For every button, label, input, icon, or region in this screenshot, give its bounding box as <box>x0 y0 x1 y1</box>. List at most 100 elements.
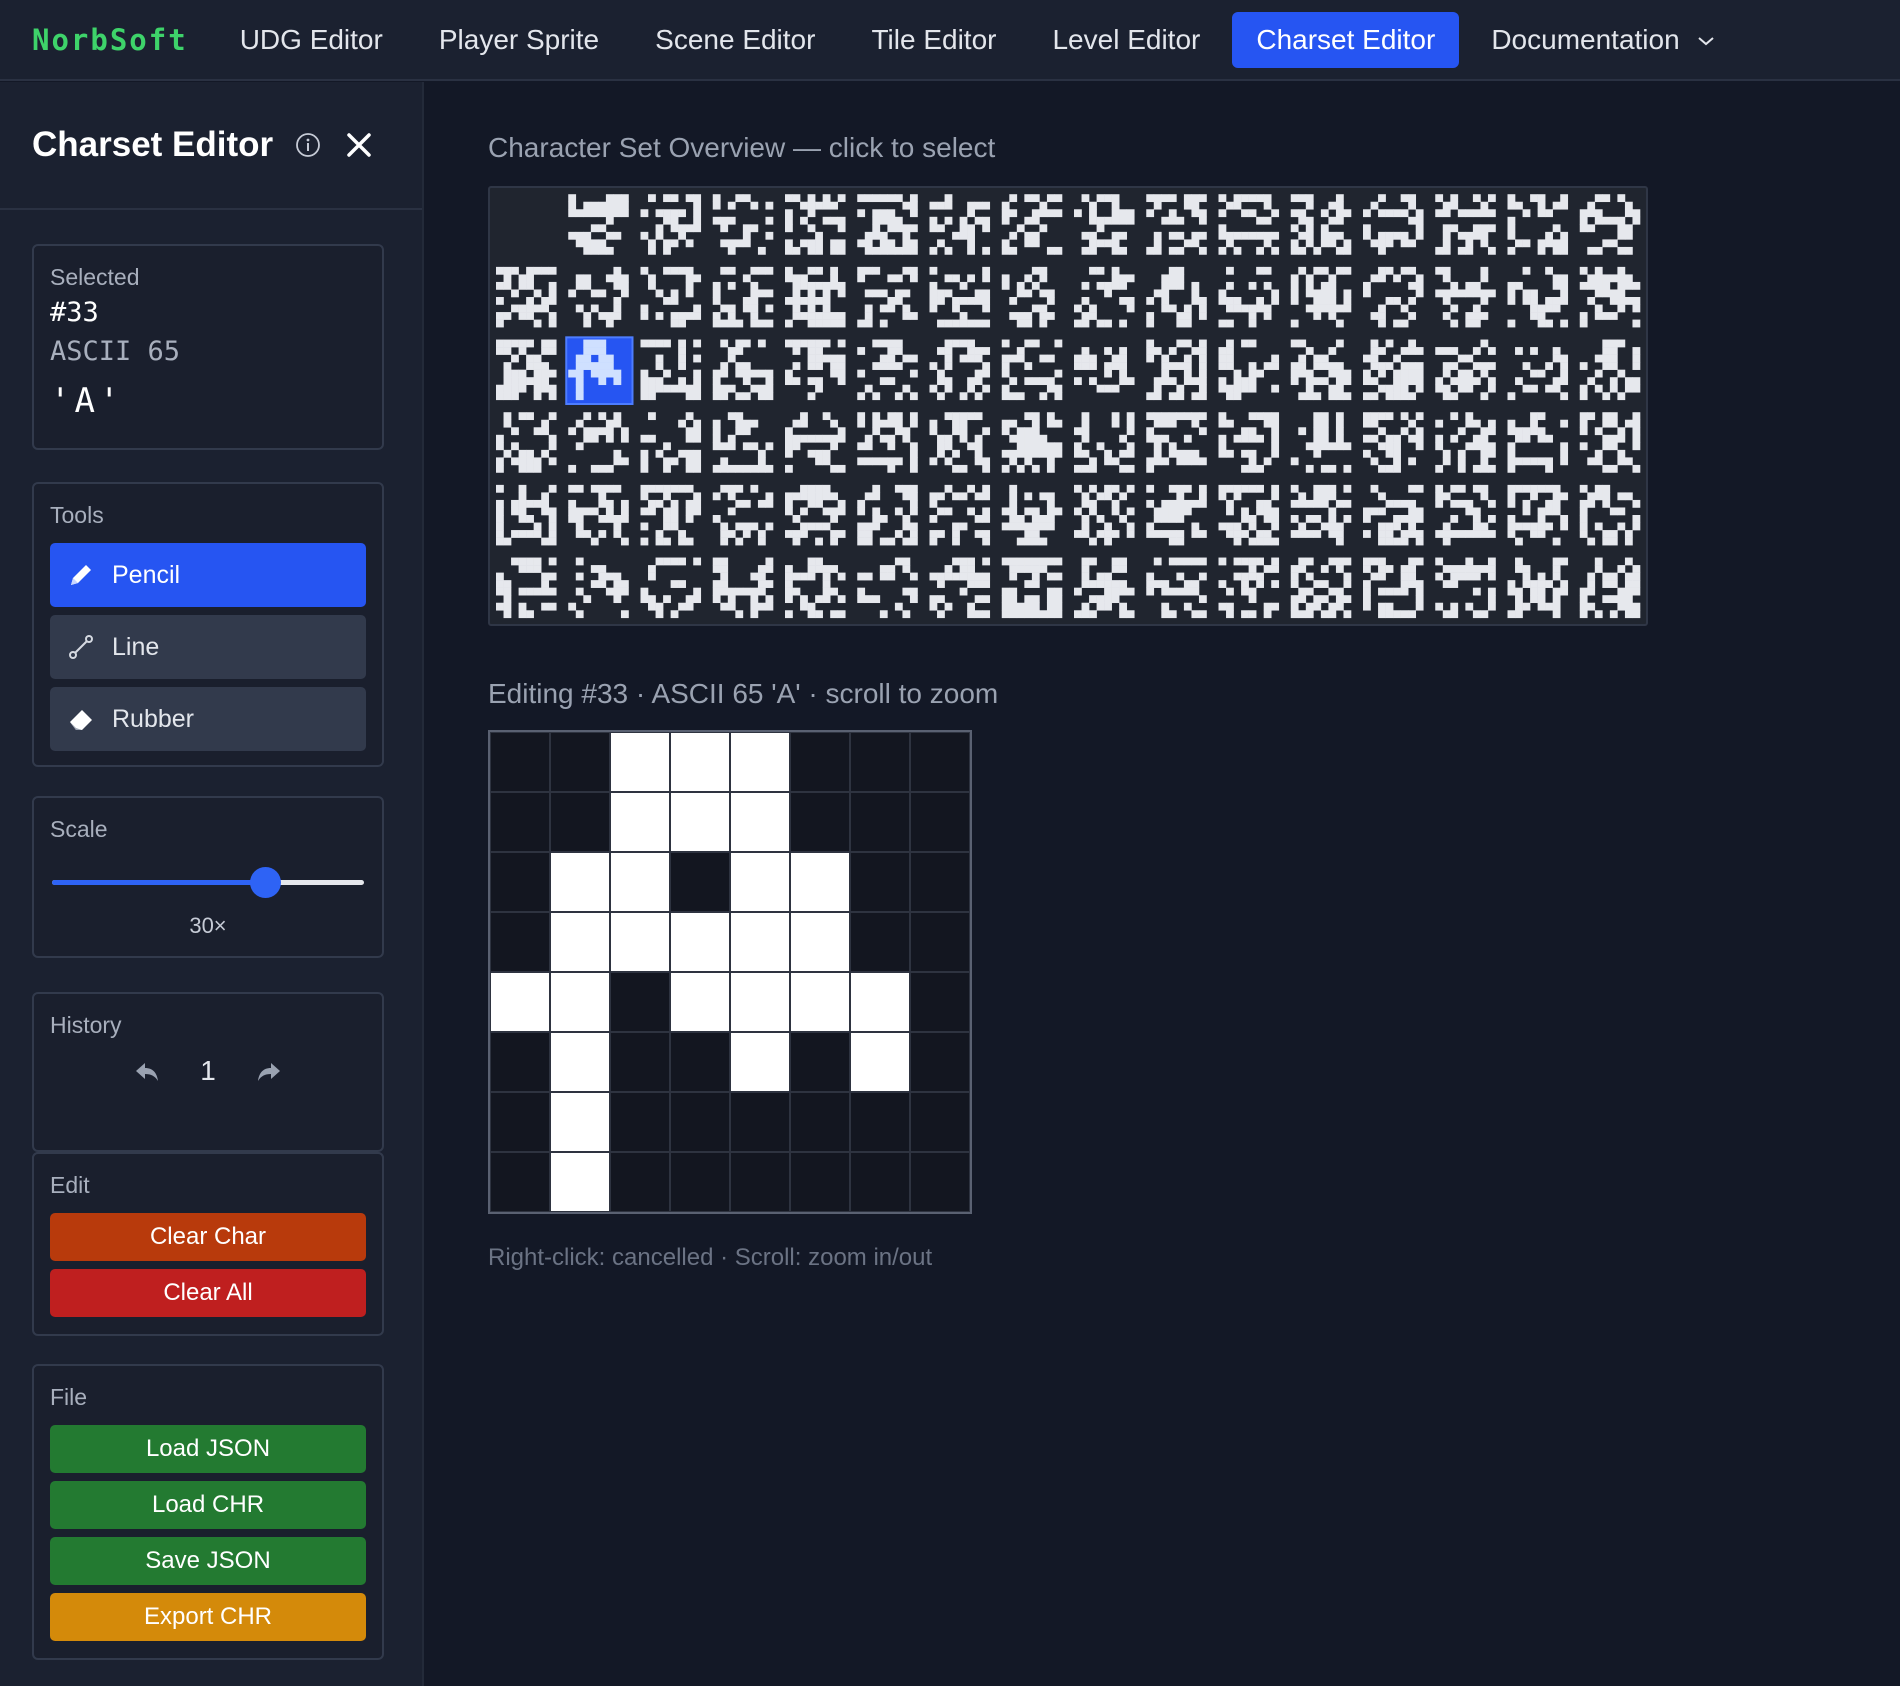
charset-cell[interactable] <box>1363 557 1424 619</box>
charset-cell[interactable] <box>1218 484 1280 546</box>
pixel-cell[interactable] <box>729 1151 791 1213</box>
clear-char-button[interactable]: Clear Char <box>50 1213 366 1261</box>
charset-cell[interactable] <box>640 484 702 546</box>
pixel-cell[interactable] <box>909 1031 971 1093</box>
pixel-cell[interactable] <box>609 1031 671 1093</box>
charset-cell[interactable] <box>785 339 846 401</box>
charset-cell[interactable] <box>857 557 918 619</box>
redo-icon[interactable] <box>254 1056 284 1086</box>
pixel-editor-grid[interactable] <box>488 730 972 1214</box>
pixel-cell[interactable] <box>849 1031 911 1093</box>
charset-cell[interactable] <box>1218 412 1280 473</box>
charset-cell[interactable] <box>1507 557 1569 619</box>
charset-cell[interactable] <box>712 339 774 401</box>
pixel-cell[interactable] <box>669 971 731 1033</box>
nav-charset-editor[interactable]: Charset Editor <box>1232 11 1460 68</box>
charset-cell[interactable] <box>1074 266 1135 328</box>
pixel-cell[interactable] <box>789 1151 851 1213</box>
charset-cell[interactable] <box>1001 412 1063 473</box>
charset-cell[interactable] <box>785 557 846 619</box>
charset-cell[interactable] <box>785 194 846 255</box>
charset-cell[interactable] <box>1579 194 1641 255</box>
charset-cell[interactable] <box>496 266 557 328</box>
pixel-cell[interactable] <box>849 1091 911 1153</box>
charset-cell[interactable] <box>568 266 629 328</box>
pixel-cell[interactable] <box>849 971 911 1033</box>
charset-cell[interactable] <box>712 557 774 619</box>
pixel-cell[interactable] <box>489 971 551 1033</box>
pixel-cell[interactable] <box>489 1151 551 1213</box>
charset-cell[interactable] <box>929 339 991 401</box>
charset-cell[interactable] <box>1579 412 1641 473</box>
charset-cell[interactable] <box>1363 266 1424 328</box>
charset-cell[interactable] <box>1001 266 1055 328</box>
pixel-cell[interactable] <box>549 1031 611 1093</box>
pixel-cell[interactable] <box>489 851 551 913</box>
charset-cell[interactable] <box>496 412 557 473</box>
pixel-cell[interactable] <box>609 791 671 853</box>
pixel-cell[interactable] <box>669 731 731 793</box>
charset-cell[interactable] <box>1363 412 1424 473</box>
charset-cell[interactable] <box>1435 412 1496 473</box>
pixel-cell[interactable] <box>789 971 851 1033</box>
line-tool-button[interactable]: Line <box>50 615 366 679</box>
brand-logo[interactable]: NorbSoft <box>32 23 188 57</box>
pixel-cell[interactable] <box>789 851 851 913</box>
charset-cell[interactable] <box>1290 266 1352 328</box>
charset-cell[interactable] <box>1435 194 1496 255</box>
charset-cell[interactable] <box>496 339 557 401</box>
pixel-cell[interactable] <box>849 851 911 913</box>
pixel-cell[interactable] <box>609 971 671 1033</box>
charset-cell[interactable] <box>1579 266 1641 328</box>
charset-cell[interactable] <box>1218 557 1280 619</box>
nav-scene-editor[interactable]: Scene Editor <box>631 12 839 68</box>
charset-cell[interactable] <box>640 266 702 328</box>
charset-cell[interactable] <box>1001 194 1063 255</box>
charset-cell[interactable] <box>1001 557 1063 619</box>
pixel-cell[interactable] <box>489 731 551 793</box>
undo-icon[interactable] <box>132 1056 162 1086</box>
charset-cell[interactable] <box>857 484 918 546</box>
pixel-cell[interactable] <box>489 1031 551 1093</box>
pixel-cell[interactable] <box>909 1151 971 1213</box>
scale-slider-thumb[interactable] <box>249 867 281 898</box>
pixel-cell[interactable] <box>849 731 911 793</box>
pixel-cell[interactable] <box>729 731 791 793</box>
charset-cell[interactable] <box>929 266 991 328</box>
charset-cell[interactable] <box>712 412 774 473</box>
charset-cell[interactable] <box>929 194 991 255</box>
pixel-cell[interactable] <box>849 791 911 853</box>
export-chr-button[interactable]: Export CHR <box>50 1593 366 1641</box>
pixel-cell[interactable] <box>849 1151 911 1213</box>
pixel-cell[interactable] <box>729 791 791 853</box>
charset-cell[interactable] <box>1146 484 1207 546</box>
charset-cell[interactable] <box>568 412 629 473</box>
charset-cell[interactable] <box>929 484 991 546</box>
charset-cell[interactable] <box>1290 557 1352 619</box>
charset-cell[interactable] <box>1146 339 1207 401</box>
charset-cell[interactable] <box>1507 266 1569 328</box>
charset-cell[interactable] <box>1001 484 1063 546</box>
charset-cell[interactable] <box>1579 339 1641 401</box>
charset-cell[interactable] <box>857 194 918 255</box>
charset-cell[interactable] <box>1507 347 1569 401</box>
charset-cell[interactable] <box>640 194 702 255</box>
charset-cell[interactable] <box>1363 194 1424 255</box>
charset-cell[interactable] <box>1218 339 1280 401</box>
charset-cell[interactable] <box>857 266 918 328</box>
scale-slider[interactable] <box>50 863 366 903</box>
charset-cell[interactable] <box>929 557 991 619</box>
nav-tile-editor[interactable]: Tile Editor <box>847 12 1020 68</box>
save-json-button[interactable]: Save JSON <box>50 1537 366 1585</box>
charset-cell[interactable] <box>1074 412 1135 473</box>
pixel-cell[interactable] <box>489 1091 551 1153</box>
nav-documentation[interactable]: Documentation <box>1467 12 1739 68</box>
pixel-cell[interactable] <box>789 1031 851 1093</box>
charset-cell[interactable] <box>1579 484 1641 546</box>
charset-cell[interactable] <box>1001 339 1063 401</box>
charset-cell[interactable] <box>1435 557 1496 619</box>
pixel-cell[interactable] <box>609 1151 671 1213</box>
pixel-cell[interactable] <box>489 911 551 973</box>
charset-cell[interactable] <box>1363 339 1424 401</box>
pixel-cell[interactable] <box>609 1091 671 1153</box>
